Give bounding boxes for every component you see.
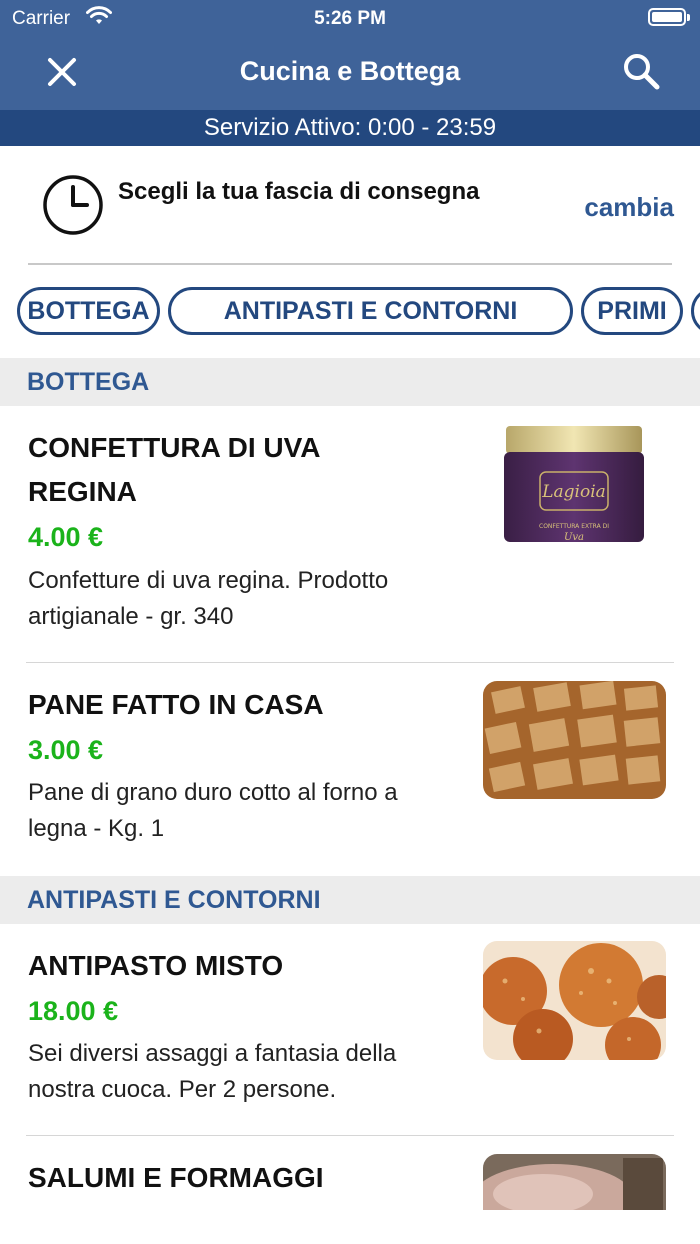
product-name: SALUMI E FORMAGGI [28,1162,324,1193]
svg-text:Uva: Uva [564,532,584,543]
product-price: 3.00 € [28,735,104,765]
product-description: Confetture di uva regina. Prodotto artig… [28,567,389,630]
section-header-antipasti: ANTIPASTI E CONTORNI [0,876,700,924]
search-icon[interactable] [620,50,662,92]
app-header: Carrier 5:26 PM Cucina e Bottega [0,0,700,110]
product-price: 18.00 € [28,996,119,1026]
product-description: Pane di grano duro cotto al forno a legn… [28,779,398,842]
svg-text:Lagioia: Lagioia [541,482,606,502]
product-item[interactable]: CONFETTURA DI UVA REGINA 4.00 € Confettu… [0,406,700,662]
tab-next[interactable] [691,287,700,335]
clock-icon [43,175,103,235]
tab-primi[interactable]: PRIMI [581,287,683,335]
product-image-fritters [483,941,666,1060]
delivery-slot-label: Scegli la tua fascia di consegna [118,178,480,205]
product-name: PANE FATTO IN CASA [28,689,324,720]
svg-text:CONFETTURA EXTRA DI: CONFETTURA EXTRA DI [539,523,609,530]
status-time: 5:26 PM [314,8,386,29]
divider [28,263,672,265]
product-item[interactable]: ANTIPASTO MISTO 18.00 € Sei diversi assa… [0,924,700,1136]
category-tabs: BOTTEGA ANTIPASTI E CONTORNI PRIMI [0,287,700,337]
tab-bottega[interactable]: BOTTEGA [17,287,160,335]
change-slot-button[interactable]: cambia [584,192,674,223]
tab-antipasti-e-contorni[interactable]: ANTIPASTI E CONTORNI [168,287,573,335]
product-image-bread [483,681,666,799]
product-price: 4.00 € [28,522,104,552]
product-item[interactable]: SALUMI E FORMAGGI [0,1136,700,1244]
section-header-bottega: BOTTEGA [0,358,700,406]
product-name: CONFETTURA DI UVA REGINA [28,432,320,507]
product-name: ANTIPASTO MISTO [28,950,284,981]
product-item[interactable]: PANE FATTO IN CASA 3.00 € Pane di grano … [0,663,700,875]
product-image-cured-meats [483,1154,666,1210]
delivery-slot: Scegli la tua fascia di consegna cambia [0,146,700,264]
product-description: Sei diversi assaggi a fantasia della nos… [28,1040,397,1103]
status-bar: Carrier 5:26 PM [0,0,700,36]
battery-icon [648,8,690,26]
product-image-jam-jar: Lagioia CONFETTURA EXTRA DI Uva [504,426,644,543]
page-title: Cucina e Bottega [239,56,461,86]
service-hours-banner: Servizio Attivo: 0:00 - 23:59 [0,110,700,146]
